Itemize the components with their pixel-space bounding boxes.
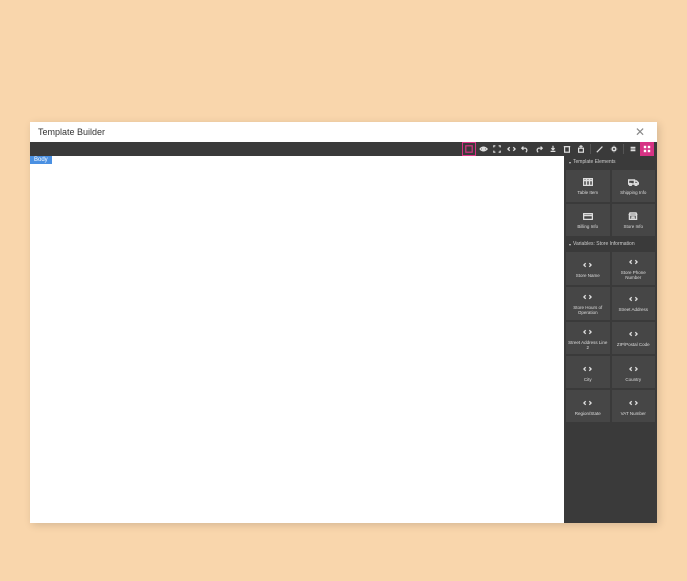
window-title: Template Builder — [38, 127, 105, 137]
toolbar-separator — [623, 144, 624, 154]
block-label: Store Info — [623, 224, 643, 229]
block-variable[interactable]: Street Address Line 2 — [566, 322, 610, 355]
truck-icon — [628, 176, 639, 188]
block-variable[interactable]: Store Hours of Operation — [566, 287, 610, 320]
block-label: Billing Info — [577, 224, 598, 229]
main-area: Body Template Elements Table Item Shippi… — [30, 156, 657, 523]
block-variable[interactable]: ZIP/Postal Code — [612, 322, 656, 355]
toolbar — [30, 142, 657, 156]
block-variable[interactable]: City — [566, 356, 610, 388]
block-variable[interactable]: Store Name — [566, 252, 610, 285]
blocks-icon[interactable] — [640, 142, 654, 156]
block-table-item[interactable]: Table Item — [566, 170, 610, 202]
store-vars-grid: Store Name Store Phone Number Store Hours … — [564, 250, 657, 424]
block-variable[interactable]: Street Address — [612, 287, 656, 320]
block-label: ZIP/Postal Code — [617, 342, 650, 347]
template-builder-window: Template Builder ✕ Body Templ — [30, 122, 657, 523]
import-icon[interactable] — [546, 142, 560, 156]
close-icon[interactable]: ✕ — [631, 125, 649, 139]
block-label: Street Address — [618, 307, 648, 312]
export-icon[interactable] — [574, 142, 588, 156]
select-tool-icon[interactable] — [462, 142, 476, 156]
code-icon — [583, 397, 592, 409]
section-template-elements[interactable]: Template Elements — [564, 156, 657, 168]
block-label: Table Item — [577, 190, 598, 195]
visibility-icon[interactable] — [476, 142, 490, 156]
table-icon — [583, 176, 593, 188]
code-icon — [629, 397, 638, 409]
fullscreen-icon[interactable] — [490, 142, 504, 156]
canvas[interactable]: Body — [30, 156, 564, 523]
code-icon — [629, 256, 638, 268]
block-billing-info[interactable]: Billing Info — [566, 204, 610, 236]
toolbar-separator — [590, 144, 591, 154]
block-label: Store Hours of Operation — [568, 305, 608, 316]
block-label: Street Address Line 2 — [568, 340, 608, 351]
block-label: Region/State — [575, 411, 601, 416]
code-icon — [629, 363, 638, 375]
template-elements-grid: Table Item Shipping Info Billing Info St… — [564, 168, 657, 238]
block-label: Store Name — [576, 273, 600, 278]
block-label: Store Phone Number — [614, 270, 654, 281]
block-label: VAT Number — [621, 411, 646, 416]
redo-icon[interactable] — [532, 142, 546, 156]
store-icon — [628, 210, 638, 222]
canvas-clear-icon[interactable] — [560, 142, 574, 156]
block-label: Country — [625, 377, 641, 382]
block-variable[interactable]: VAT Number — [612, 390, 656, 422]
code-icon — [583, 291, 592, 303]
code-icon — [629, 328, 638, 340]
block-label: Shipping Info — [620, 190, 646, 195]
layers-icon[interactable] — [626, 142, 640, 156]
block-variable[interactable]: Country — [612, 356, 656, 388]
code-icon — [583, 363, 592, 375]
canvas-body-tag: Body — [30, 156, 52, 164]
code-icon — [583, 326, 592, 338]
block-label: City — [584, 377, 592, 382]
sidebar[interactable]: Template Elements Table Item Shipping In… — [564, 156, 657, 523]
brush-icon[interactable] — [593, 142, 607, 156]
undo-icon[interactable] — [518, 142, 532, 156]
code-icon — [583, 259, 592, 271]
card-icon — [583, 210, 593, 222]
code-icon[interactable] — [504, 142, 518, 156]
code-icon — [629, 293, 638, 305]
titlebar: Template Builder ✕ — [30, 122, 657, 142]
block-variable[interactable]: Store Phone Number — [612, 252, 656, 285]
block-shipping-info[interactable]: Shipping Info — [612, 170, 656, 202]
settings-icon[interactable] — [607, 142, 621, 156]
block-store-info[interactable]: Store Info — [612, 204, 656, 236]
section-store-vars[interactable]: Variables: Store Information — [564, 238, 657, 250]
block-variable[interactable]: Region/State — [566, 390, 610, 422]
